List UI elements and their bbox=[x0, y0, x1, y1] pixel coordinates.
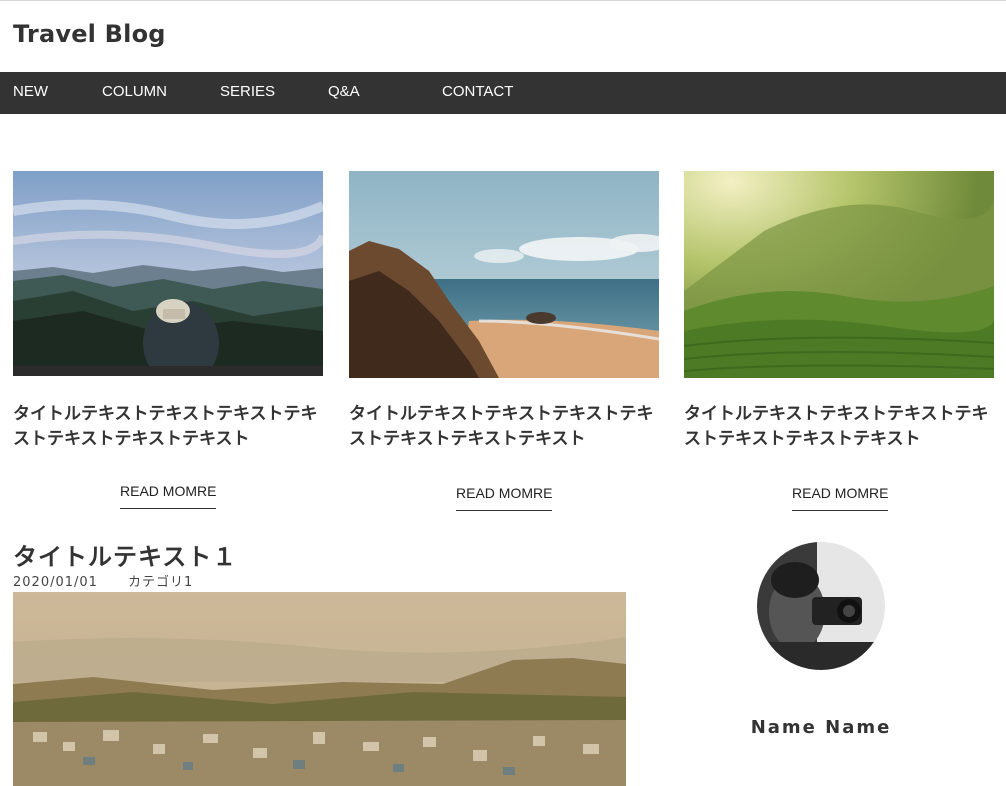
nav-item-qa[interactable]: Q&A bbox=[328, 83, 360, 100]
avatar[interactable] bbox=[757, 542, 885, 670]
post-category[interactable]: カテゴリ1 bbox=[128, 575, 193, 590]
article-card: タイトルテキストテキストテキストテキストテキストテキストテキスト bbox=[349, 171, 659, 452]
card-title[interactable]: タイトルテキストテキストテキストテキストテキストテキストテキスト bbox=[13, 402, 323, 452]
card-title[interactable]: タイトルテキストテキストテキストテキストテキストテキストテキスト bbox=[349, 402, 659, 452]
nav-item-series[interactable]: SERIES bbox=[220, 83, 275, 100]
nav-item-column[interactable]: COLUMN bbox=[102, 83, 167, 100]
post-date: 2020/01/01 bbox=[13, 575, 98, 590]
profile-name: Name Name bbox=[750, 717, 892, 738]
card-image-beach[interactable] bbox=[349, 171, 659, 378]
card-image-tea-fields[interactable] bbox=[684, 171, 994, 378]
post-meta: 2020/01/01 カテゴリ1 bbox=[13, 571, 193, 590]
main-nav: NEW COLUMN SERIES Q&A CONTACT bbox=[0, 72, 1006, 114]
card-image-mountains[interactable] bbox=[13, 171, 323, 376]
article-card: タイトルテキストテキストテキストテキストテキストテキストテキスト bbox=[684, 171, 994, 452]
card-title[interactable]: タイトルテキストテキストテキストテキストテキストテキストテキスト bbox=[684, 402, 994, 452]
post-title[interactable]: タイトルテキスト１ bbox=[13, 537, 237, 572]
post-image-city[interactable] bbox=[13, 592, 626, 786]
article-card: タイトルテキストテキストテキストテキストテキストテキストテキスト bbox=[13, 171, 323, 452]
nav-item-new[interactable]: NEW bbox=[13, 83, 48, 100]
nav-item-contact[interactable]: CONTACT bbox=[442, 83, 513, 100]
read-more-link[interactable]: READ MOMRE bbox=[792, 485, 889, 511]
top-divider bbox=[0, 0, 1006, 1]
site-title[interactable]: Travel Blog bbox=[13, 20, 166, 48]
read-more-link[interactable]: READ MOMRE bbox=[456, 485, 553, 511]
read-more-link[interactable]: READ MOMRE bbox=[120, 483, 217, 509]
